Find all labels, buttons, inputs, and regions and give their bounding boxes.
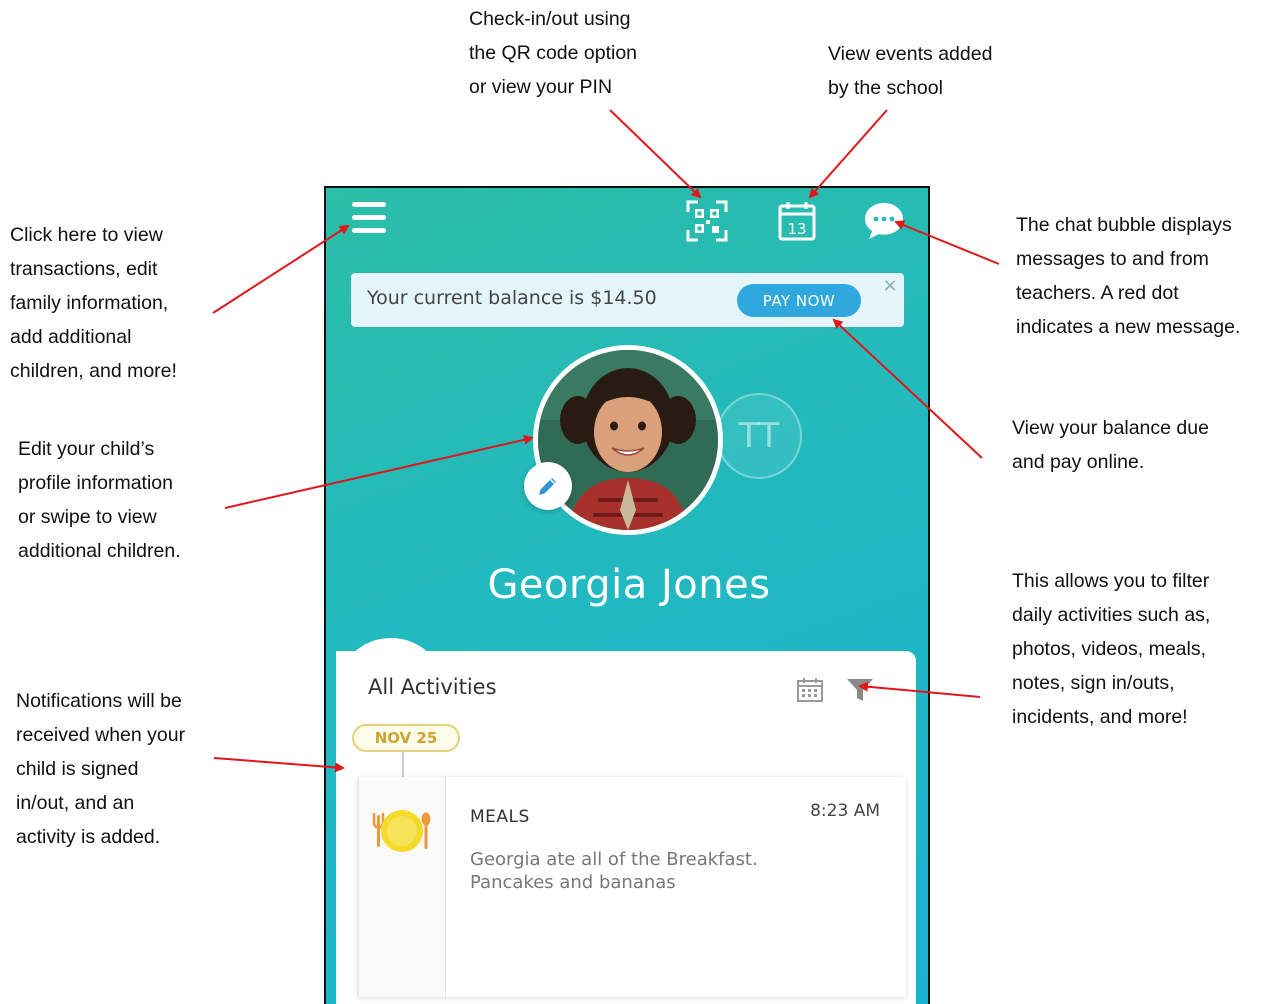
arrow-qr: [609, 109, 702, 199]
calendar-filter-icon[interactable]: [796, 677, 824, 707]
activity-panel: All Activities NOV 25 MEALS 8:23 AM Geor…: [336, 651, 916, 1004]
secondary-child-avatar[interactable]: TT: [716, 393, 802, 479]
activity-time: 8:23 AM: [810, 801, 880, 821]
arrow-events: [808, 109, 888, 199]
activity-card[interactable]: MEALS 8:23 AM Georgia ate all of the Bre…: [358, 777, 906, 997]
annotation-filter: This allows you to filter daily activiti…: [1012, 570, 1211, 728]
meal-plate-icon: [371, 807, 433, 861]
balance-text: Your current balance is $14.50: [367, 287, 657, 309]
calendar-day-number: 13: [787, 220, 806, 238]
timeline-line: [402, 752, 404, 778]
annotation-chat: The chat bubble displays messages to and…: [1016, 214, 1241, 338]
activity-icon-column: [358, 777, 446, 997]
annotation-balance: View your balance due and pay online.: [1012, 417, 1209, 473]
balance-banner: Your current balance is $14.50 PAY NOW ×: [351, 273, 904, 327]
chat-bubble-icon[interactable]: [862, 200, 906, 242]
pay-now-button[interactable]: PAY NOW: [737, 284, 861, 317]
annotation-profile: Edit your child’s profile information or…: [18, 438, 181, 562]
calendar-icon[interactable]: 13: [776, 200, 818, 242]
date-badge: NOV 25: [352, 724, 460, 752]
activity-description: Georgia ate all of the Breakfast. Pancak…: [470, 849, 758, 893]
activities-title: All Activities: [368, 675, 497, 699]
edit-profile-button[interactable]: [524, 462, 572, 510]
pencil-icon: [539, 478, 556, 495]
close-icon[interactable]: ×: [880, 275, 900, 296]
activity-type: MEALS: [470, 807, 530, 827]
child-name: Georgia Jones: [487, 562, 771, 608]
hamburger-menu-icon[interactable]: [352, 202, 386, 238]
child-avatar[interactable]: [533, 345, 723, 535]
phone-screen: 13 Your current balance is $14.50 PAY NO…: [324, 186, 930, 1004]
filter-icon[interactable]: [846, 677, 874, 707]
annotation-qr: Check-in/out using the QR code option or…: [469, 8, 638, 98]
annotation-notifications: Notifications will be received when your…: [16, 690, 186, 848]
child-photo: [538, 350, 718, 530]
annotation-menu: Click here to view transactions, edit fa…: [10, 224, 177, 382]
qr-code-icon[interactable]: [686, 200, 728, 242]
annotation-events: View events added by the school: [828, 43, 993, 99]
